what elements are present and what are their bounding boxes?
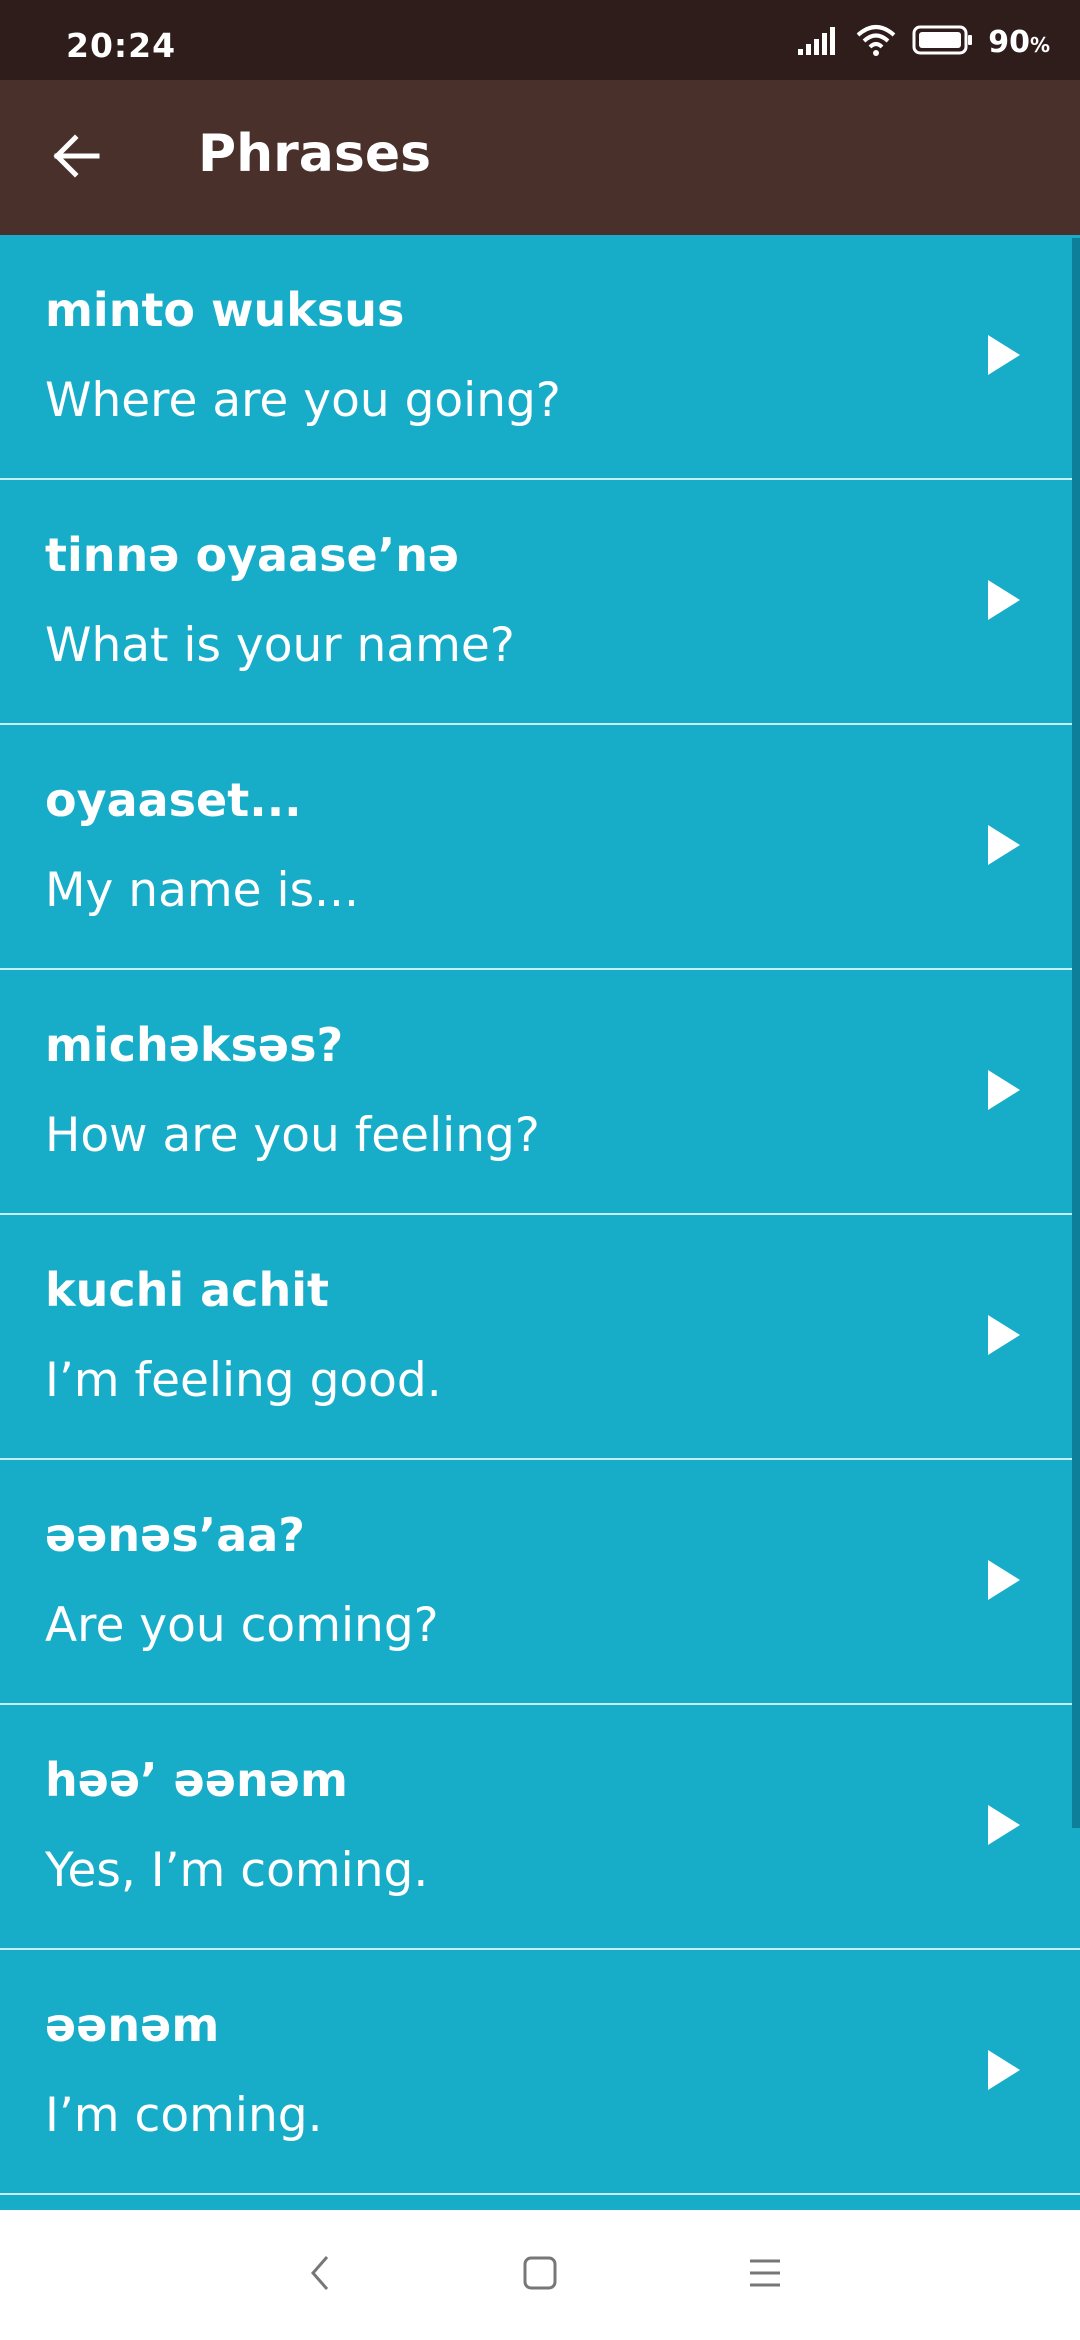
phrase-english: I’m feeling good. xyxy=(45,1353,442,1408)
status-bar: 20:24 90% xyxy=(0,0,1080,80)
battery-percent: 90% xyxy=(988,25,1050,60)
arrow-left-icon xyxy=(51,134,101,182)
battery-value: 90 xyxy=(988,24,1030,60)
phrase-row[interactable]: kuchi achit I’m feeling good. xyxy=(0,1215,1080,1460)
phrase-list[interactable]: minto wuksus Where are you going? tinnə … xyxy=(0,235,1080,2210)
phrase-native: həə’ əənəm xyxy=(45,1753,348,1807)
phrase-native: tinnə oyaase’nə xyxy=(45,528,460,582)
nav-menu-button[interactable] xyxy=(735,2245,795,2305)
phrase-native: kuchi achit xyxy=(45,1263,329,1317)
nav-home-button[interactable] xyxy=(510,2245,570,2305)
phrase-native: oyaaset... xyxy=(45,773,302,827)
phrase-native: əənəs’aa? xyxy=(45,1508,305,1562)
phrase-english: My name is... xyxy=(45,863,359,918)
phrase-row[interactable]: minto wuksus Where are you going? xyxy=(0,235,1080,480)
phrase-row[interactable]: tinnə oyaase’nə What is your name? xyxy=(0,480,1080,725)
menu-icon xyxy=(745,2253,785,2297)
chevron-left-icon xyxy=(305,2253,335,2297)
phrase-native: michəksəs? xyxy=(45,1018,344,1072)
play-icon[interactable] xyxy=(988,580,1020,620)
status-icons: 90% xyxy=(796,24,1050,60)
phrase-row[interactable]: əənəm I’m coming. xyxy=(0,1950,1080,2195)
scrollbar[interactable] xyxy=(1072,238,1080,1828)
play-icon[interactable] xyxy=(988,335,1020,375)
phrase-english: Yes, I’m coming. xyxy=(45,1843,429,1898)
phrase-native: əənəm xyxy=(45,1998,220,2052)
back-button[interactable] xyxy=(40,122,112,194)
phrase-row[interactable]: oyaaset... My name is... xyxy=(0,725,1080,970)
nav-back-button[interactable] xyxy=(290,2245,350,2305)
play-icon[interactable] xyxy=(988,825,1020,865)
phrase-native: minto wuksus xyxy=(45,283,405,337)
wifi-icon xyxy=(854,23,898,61)
play-icon[interactable] xyxy=(988,2050,1020,2090)
status-time: 20:24 xyxy=(66,26,177,65)
phrase-english: Are you coming? xyxy=(45,1598,439,1653)
phrase-english: What is your name? xyxy=(45,618,515,673)
square-icon xyxy=(520,2253,560,2297)
phrase-english: How are you feeling? xyxy=(45,1108,540,1163)
phrase-english: Where are you going? xyxy=(45,373,561,428)
play-icon[interactable] xyxy=(988,1315,1020,1355)
phrase-row[interactable]: əənəs’aa? Are you coming? xyxy=(0,1460,1080,1705)
signal-icon xyxy=(796,25,840,59)
play-icon[interactable] xyxy=(988,1805,1020,1845)
play-icon[interactable] xyxy=(988,1560,1020,1600)
phrase-row[interactable]: həə’ əənəm Yes, I’m coming. xyxy=(0,1705,1080,1950)
battery-icon xyxy=(912,24,974,60)
system-nav-bar xyxy=(0,2210,1080,2340)
phrase-english: I’m coming. xyxy=(45,2088,323,2143)
play-icon[interactable] xyxy=(988,1070,1020,1110)
page-title: Phrases xyxy=(198,124,432,184)
phrase-row[interactable]: michəksəs? How are you feeling? xyxy=(0,970,1080,1215)
battery-unit: % xyxy=(1029,32,1050,57)
app-bar: Phrases xyxy=(0,80,1080,235)
